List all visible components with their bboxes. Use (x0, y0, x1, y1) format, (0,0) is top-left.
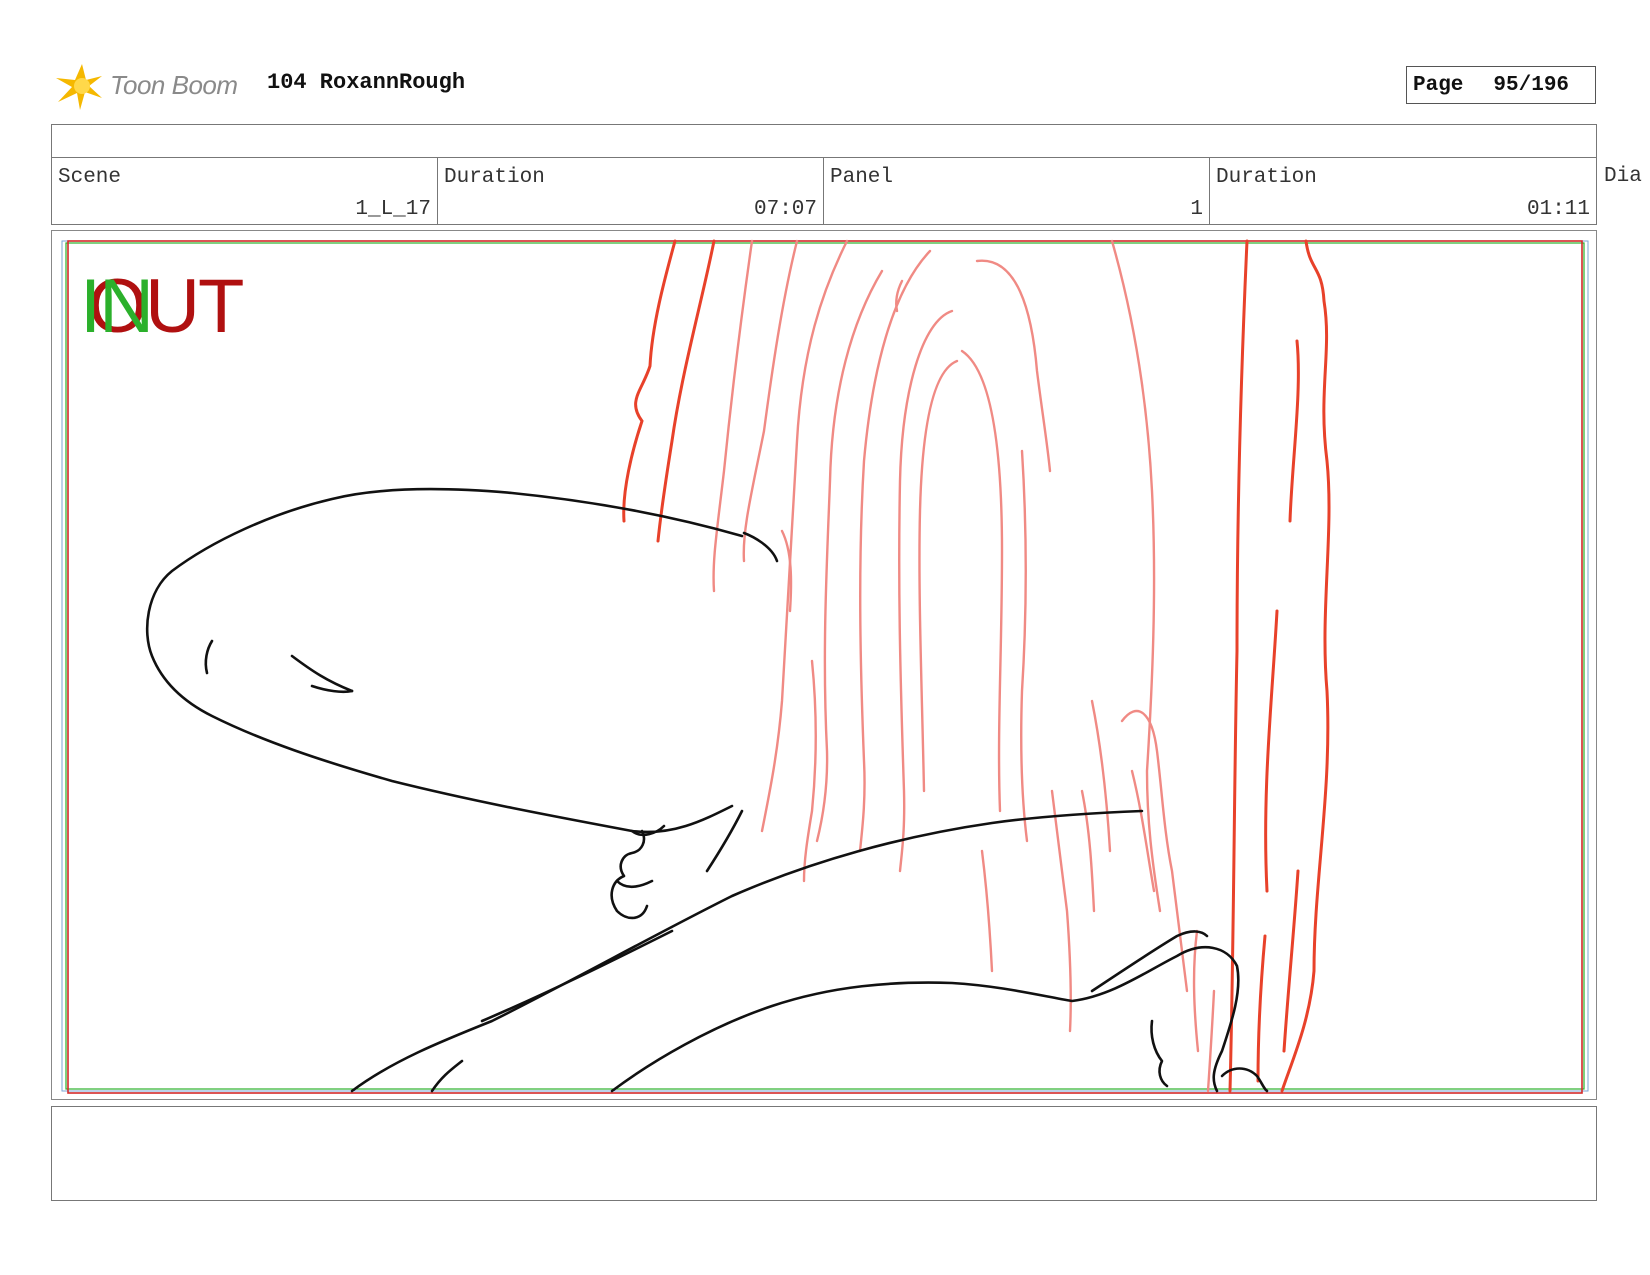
toon-boom-logo: Toon Boom (52, 58, 252, 114)
scene-value: 1_L_17 (355, 198, 431, 221)
page-indicator: Page 95/196 (1406, 66, 1596, 104)
panel-duration-label: Duration (1216, 166, 1317, 189)
scene-duration-cell: Duration 07:07 (438, 158, 824, 224)
panel-label: Panel (830, 166, 894, 189)
storyboard-sketch (61, 239, 1589, 1094)
panel-image-frame: OUT IN (51, 230, 1597, 1100)
scene-info-row: Scene 1_L_17 Duration 07:07 Panel 1 Dura… (51, 157, 1597, 225)
logo-text: Toon Boom (110, 70, 238, 100)
scene-duration-label: Duration (444, 166, 545, 189)
character-sketch (145, 487, 1269, 1093)
dialogue-notes-box (51, 1106, 1597, 1201)
scene-cell: Scene 1_L_17 (52, 158, 438, 224)
header-blank-strip (51, 124, 1597, 158)
scene-duration-value: 07:07 (753, 198, 817, 221)
panel-duration-value: 01:11 (1526, 198, 1590, 221)
dialogue-column-label: Dia (1604, 165, 1642, 188)
page-label: Page (1413, 73, 1464, 97)
panel-duration-cell: Duration 01:11 (1210, 158, 1596, 224)
in-marker: IN (80, 264, 154, 349)
project-title: 104 RoxannRough (267, 70, 466, 95)
tree-bark-texture (712, 239, 1216, 1093)
scene-label: Scene (58, 166, 122, 189)
panel-cell: Panel 1 (824, 158, 1210, 224)
toon-boom-star-icon (56, 64, 102, 110)
page-value: 95/196 (1493, 73, 1570, 97)
in-out-marker: OUT IN (80, 269, 280, 349)
panel-value: 1 (1190, 198, 1203, 221)
